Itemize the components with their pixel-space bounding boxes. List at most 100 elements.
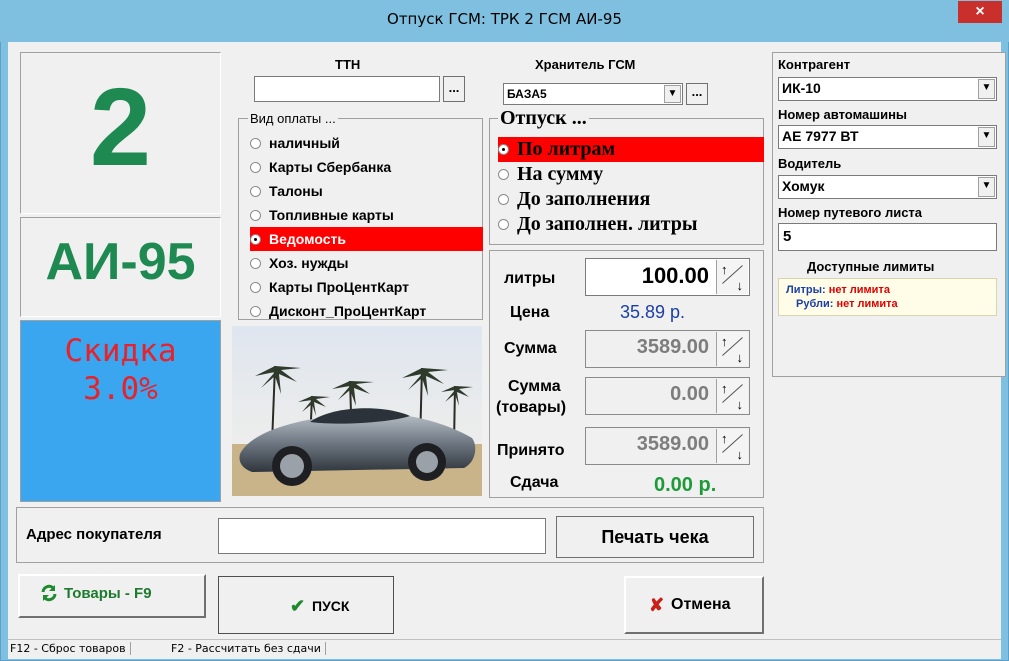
liters-input[interactable]: 100.00 ↑ ↓ [585, 258, 750, 296]
waybill-input[interactable]: 5 [778, 223, 997, 251]
payment-option-label: Хоз. нужды [269, 255, 349, 271]
payment-option[interactable]: Топливные карты [250, 203, 483, 227]
status-f2: F2 - Рассчитать без сдачи [171, 642, 326, 655]
payment-option[interactable]: Карты Сбербанка [250, 155, 483, 179]
cancel-button[interactable]: ✘ Отмена [624, 576, 764, 634]
driver-select[interactable]: Хомук ▼ [778, 175, 997, 199]
payment-option[interactable]: Ведомость [250, 227, 483, 251]
price-value: 35.89 р. [620, 302, 686, 322]
received-spinner[interactable]: ↑ ↓ [716, 429, 748, 463]
received-input[interactable]: 3589.00 ↑ ↓ [585, 427, 750, 465]
radio-button-icon[interactable] [250, 137, 261, 149]
goods-button[interactable]: Товары - F9 [18, 574, 206, 618]
radio-button-icon[interactable] [250, 257, 261, 269]
radio-button-icon[interactable] [250, 161, 261, 173]
release-option[interactable]: До заполнен. литры [498, 212, 764, 237]
radio-button-icon[interactable] [250, 209, 261, 221]
cancel-button-label: Отмена [671, 596, 731, 613]
driver-label: Водитель [778, 156, 842, 171]
sum-input[interactable]: 3589.00 ↑ ↓ [585, 330, 750, 368]
car-image [232, 326, 482, 496]
goods-sum-input[interactable]: 0.00 ↑ ↓ [585, 377, 750, 415]
change-label: Сдача [510, 474, 559, 491]
release-option-label: До заполнен. литры [517, 213, 698, 235]
fuel-panel: АИ-95 [20, 217, 221, 317]
counterparty-select[interactable]: ИК-10 ▼ [778, 77, 997, 101]
sum-spinner[interactable]: ↑ ↓ [716, 332, 748, 366]
chevron-down-icon[interactable]: ▼ [664, 85, 681, 103]
release-options: По литрам На сумму До заполнения До заполне… [498, 137, 764, 237]
driver-value: Хомук [782, 178, 825, 194]
storage-label: Хранитель ГСМ [535, 57, 636, 72]
release-option[interactable]: На сумму [498, 162, 764, 187]
release-option[interactable]: До заполнения [498, 187, 764, 212]
rubles-limit-value: нет лимита [836, 298, 898, 310]
payment-option-label: Дисконт_ПроЦентКарт [269, 303, 427, 319]
print-receipt-button[interactable]: Печать чека [556, 516, 754, 558]
payment-option[interactable]: наличный [250, 131, 483, 155]
window-title: Отпуск ГСМ: ТРК 2 ГСМ АИ-95 [387, 10, 622, 28]
radio-button-icon[interactable] [498, 169, 509, 180]
status-bar: F12 - Сброс товаров F2 - Рассчитать без … [8, 639, 1001, 659]
radio-button-icon[interactable] [250, 233, 261, 245]
close-button[interactable]: × [958, 1, 1002, 23]
storage-select[interactable]: БАЗА5 ▼ [503, 83, 683, 105]
payment-options: наличный Карты Сбербанка Талоны Топливные к… [250, 131, 483, 323]
status-f12: F12 - Сброс товаров [10, 642, 131, 655]
start-button[interactable]: ✔ ПУСК [218, 576, 394, 634]
discount-value: 3.0% [83, 371, 158, 407]
storage-value: БАЗА5 [507, 87, 547, 101]
payment-option-label: Топливные карты [269, 207, 394, 223]
refresh-icon [40, 584, 58, 602]
liters-label: литры [504, 270, 556, 287]
chevron-down-icon[interactable]: ▼ [978, 79, 995, 99]
ttn-label: ТТН [335, 57, 361, 72]
liters-limit-value: нет лимита [828, 284, 890, 296]
payment-option[interactable]: Талоны [250, 179, 483, 203]
car-number-label: Номер автомашины [778, 107, 908, 122]
goods-sum-spinner[interactable]: ↑ ↓ [716, 379, 748, 413]
sum-label: Сумма [504, 340, 557, 357]
car-number-select[interactable]: АЕ 7977 ВТ ▼ [778, 125, 997, 149]
close-x-icon: ✘ [649, 595, 665, 615]
payment-option[interactable]: Карты ПроЦентКарт [250, 275, 483, 299]
payment-option-label: Ведомость [269, 231, 346, 247]
release-option-label: До заполнения [517, 188, 651, 210]
goods-sum-label: Сумма [508, 378, 561, 395]
radio-button-icon[interactable] [250, 281, 261, 293]
discount-panel: Скидка 3.0% [20, 320, 221, 502]
address-input[interactable] [218, 518, 546, 554]
chevron-down-icon[interactable]: ▼ [978, 177, 995, 197]
pump-number: 2 [89, 66, 152, 189]
price-label: Цена [510, 304, 550, 321]
ttn-input[interactable] [254, 76, 440, 102]
payment-option-label: Талоны [269, 183, 323, 199]
payment-option[interactable]: Хоз. нужды [250, 251, 483, 275]
radio-button-icon[interactable] [250, 305, 261, 317]
liters-spinner[interactable]: ↑ ↓ [716, 260, 748, 294]
checkmark-icon: ✔ [290, 596, 306, 616]
payment-option[interactable]: Дисконт_ПроЦентКарт [250, 299, 483, 323]
storage-browse-button[interactable]: ... [686, 83, 708, 105]
ttn-browse-button[interactable]: ... [443, 76, 465, 102]
chevron-down-icon[interactable]: ▼ [978, 127, 995, 147]
rubles-limit-label: Рубли: [796, 298, 834, 310]
limits-box: Литры: нет лимита Рубли: нет лимита [778, 278, 997, 316]
counterparty-label: Контрагент [778, 57, 851, 72]
received-label: Принято [497, 442, 565, 459]
radio-button-icon[interactable] [498, 194, 509, 205]
waybill-label: Номер путевого листа [778, 205, 923, 220]
liters-limit-label: Литры: [786, 284, 826, 296]
goods-sum-label-2: (товары) [496, 399, 567, 416]
goods-button-label: Товары - F9 [64, 585, 152, 602]
radio-button-icon[interactable] [498, 219, 509, 230]
car-number-value: АЕ 7977 ВТ [782, 128, 859, 144]
goods-sum-value: 0.00 [670, 383, 709, 405]
received-value: 3589.00 [636, 433, 709, 455]
limits-title: Доступные лимиты [807, 259, 935, 274]
address-label: Адрес покупателя [26, 526, 162, 543]
release-option-label: По литрам [517, 138, 616, 160]
release-option[interactable]: По литрам [498, 137, 764, 162]
radio-button-icon[interactable] [498, 144, 509, 155]
radio-button-icon[interactable] [250, 185, 261, 197]
